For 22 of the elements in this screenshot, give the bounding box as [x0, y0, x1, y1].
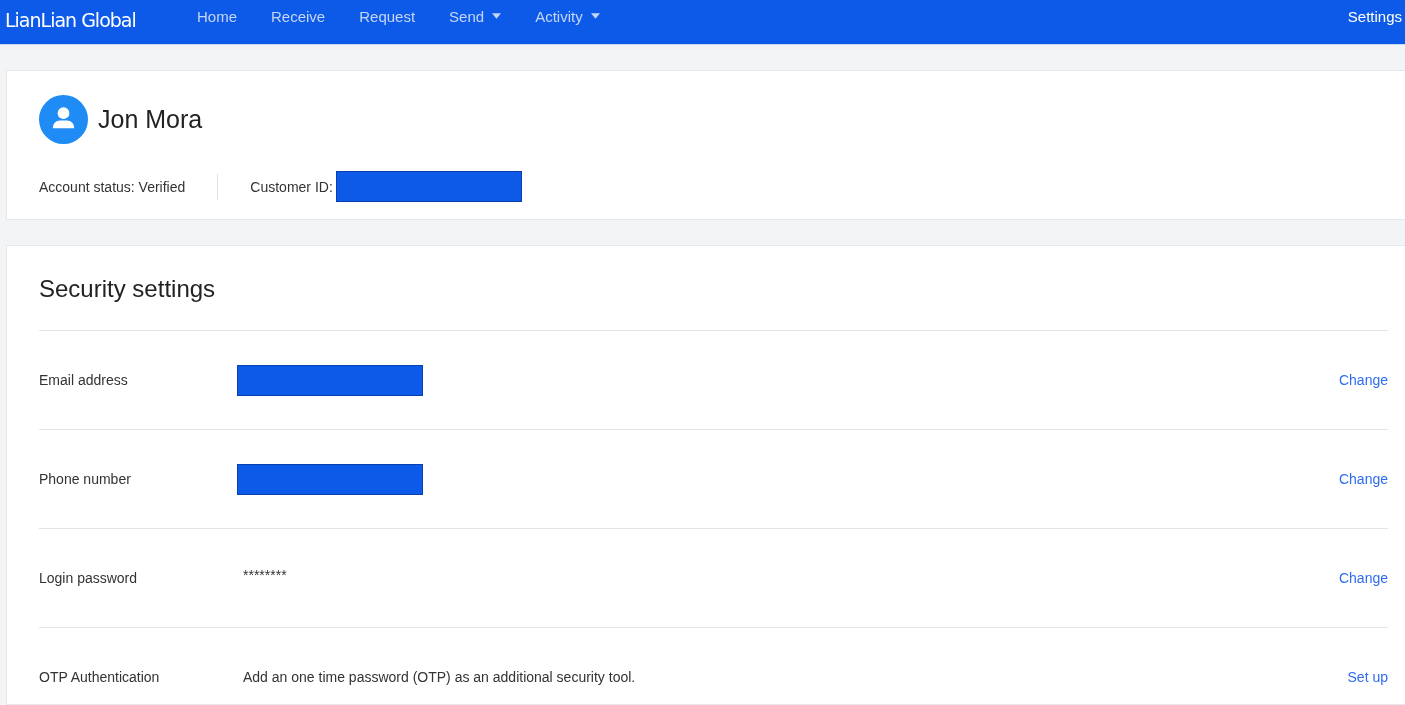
avatar-icon	[39, 95, 88, 144]
change-link[interactable]: Change	[1338, 372, 1388, 388]
change-link[interactable]: Set up	[1347, 669, 1388, 685]
setting-label: Phone number	[39, 471, 132, 487]
change-link[interactable]: Change	[1338, 570, 1388, 586]
account-status: Account status: Verified	[39, 178, 186, 195]
setting-label: Login password	[39, 570, 139, 586]
nav-link[interactable]: Activity	[535, 7, 600, 37]
masked-password: ********	[243, 567, 287, 583]
settings-link[interactable]: Settings	[1347, 7, 1402, 37]
customer-id-label: Customer ID:	[250, 178, 333, 195]
logo[interactable]: LianLian Global	[5, 9, 197, 35]
nav-link[interactable]: Send	[449, 7, 502, 37]
nav-link[interactable]: Home	[197, 7, 237, 37]
setting-label: OTP Authentication	[39, 669, 161, 685]
setting-label: Email address	[39, 372, 129, 388]
change-link[interactable]: Change	[1338, 471, 1388, 487]
nav-link[interactable]: Receive	[271, 7, 326, 37]
nav-link[interactable]: Request	[359, 7, 416, 37]
section-title: Security settings	[39, 275, 217, 303]
user-name: Jon Mora	[98, 105, 203, 134]
setting-description: Add an one time password (OTP) as an additional security tool.	[243, 669, 636, 685]
